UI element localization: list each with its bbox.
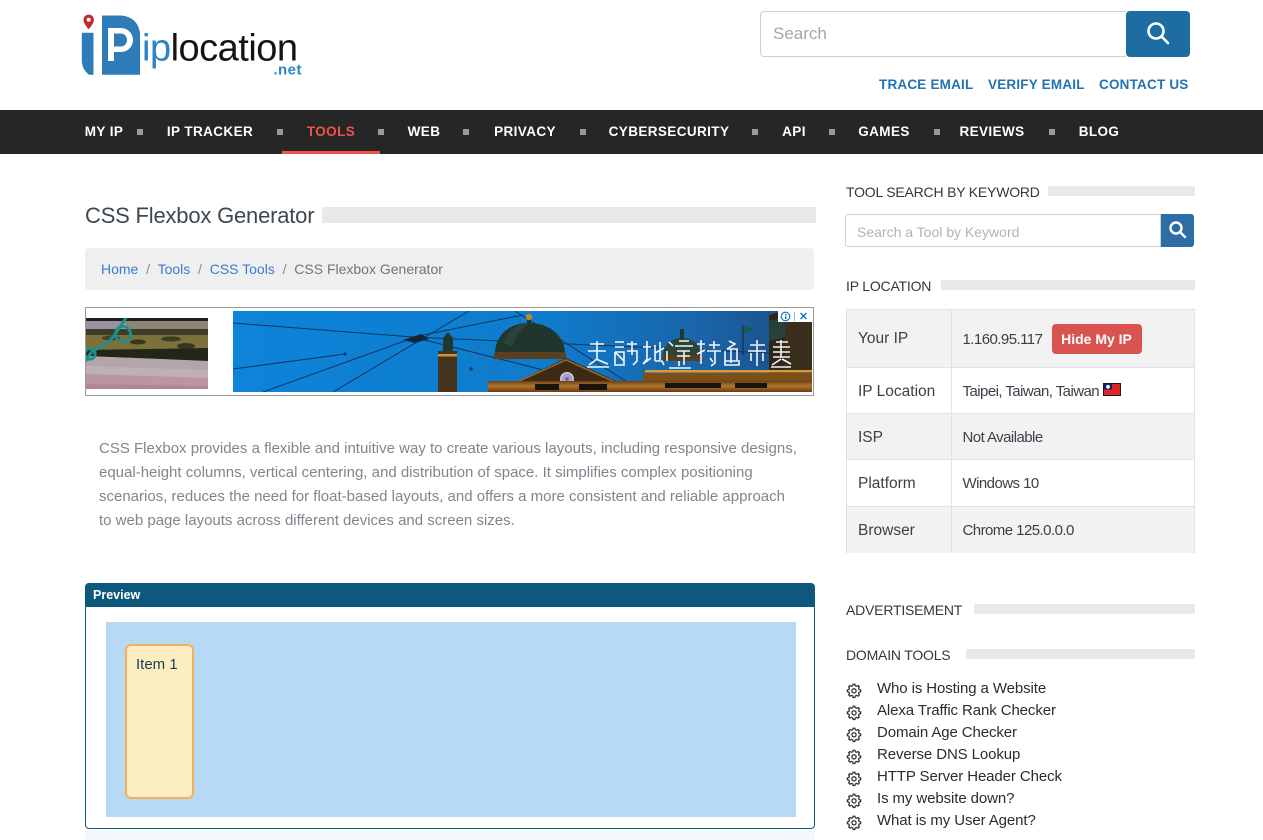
svg-text:.net: .net (273, 62, 302, 79)
